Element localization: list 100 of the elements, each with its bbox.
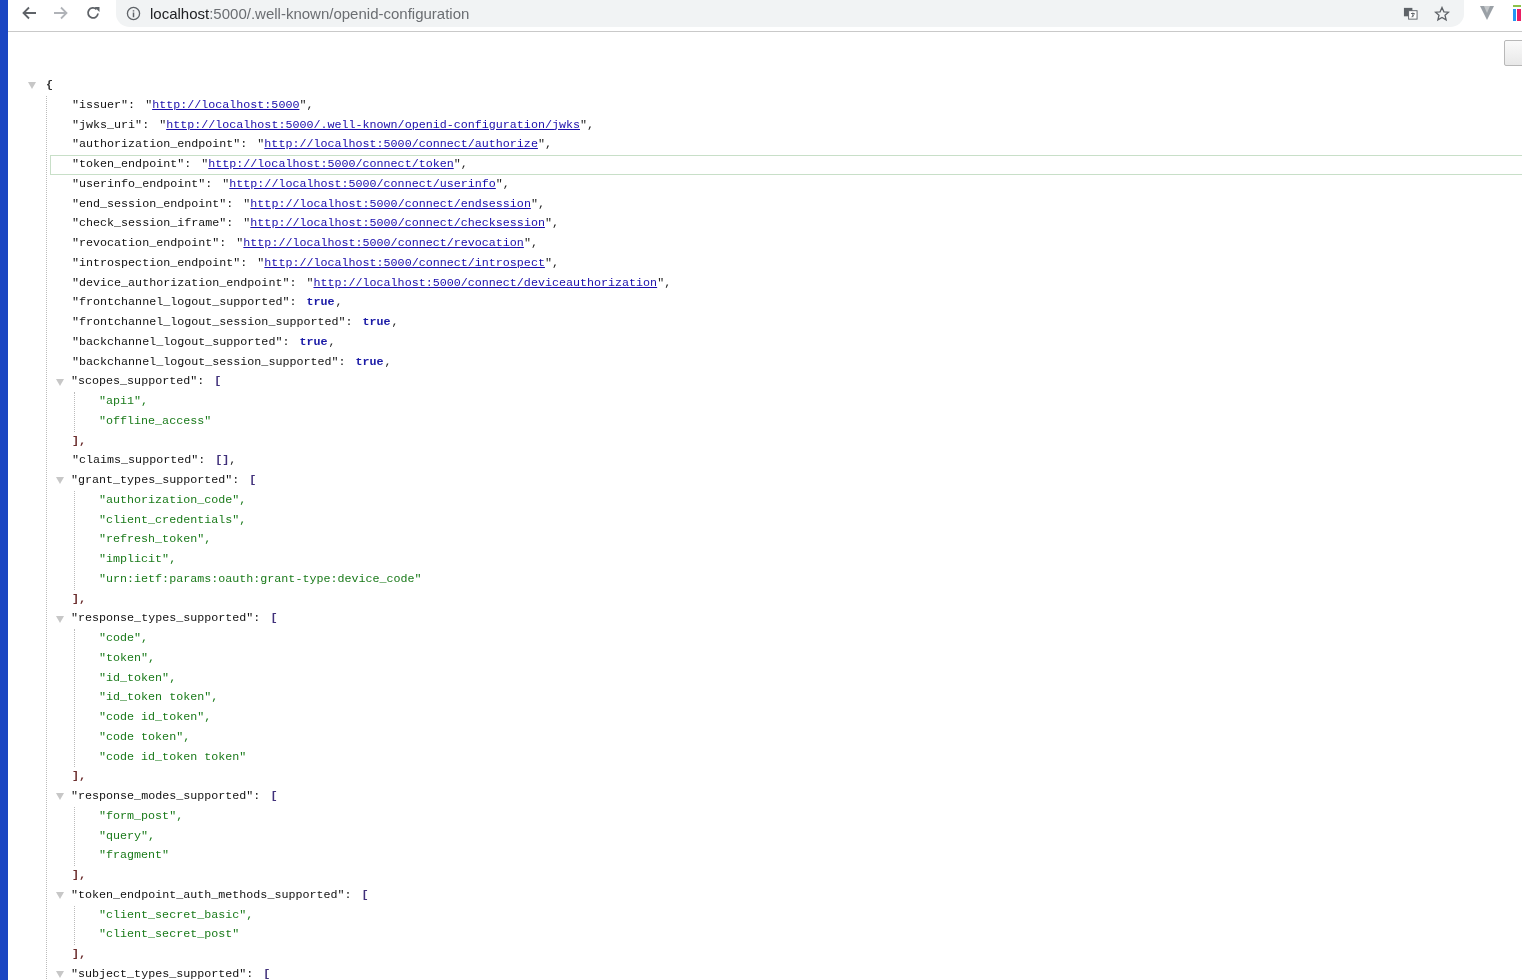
boolean-value: true [299,333,328,351]
v-logo-icon[interactable] [1479,4,1495,21]
string-value: "query", [99,827,156,845]
punctuation: , [391,314,399,331]
punctuation: ", [530,195,545,213]
collapse-toggle-icon[interactable] [56,477,64,485]
bracket: [ [270,610,278,628]
json-key: "revocation_endpoint": [72,234,227,254]
json-key: "jwks_uri": [72,115,150,136]
url-link[interactable]: http://localhost:5000/.well-known/openid-configuration/jwks [166,115,580,136]
url-link[interactable]: http://localhost:5000 [152,95,300,116]
brace: { [46,77,53,94]
bracket: [ [249,472,257,489]
json-key: "introspection_endpoint": [72,253,248,274]
punctuation: , [384,353,392,371]
json-key: "subject_types_supported": [71,964,254,980]
string-value: "api1", [99,393,149,410]
quote-mark: " [257,254,265,272]
punctuation: , [328,333,336,351]
extension-icon[interactable] [1513,4,1521,21]
punctuation: ", [657,274,672,292]
boolean-value: true [362,314,391,331]
bracket: [ [361,886,369,904]
punctuation: ", [495,175,510,193]
url-link[interactable]: http://localhost:5000/connect/token [208,155,454,175]
side-button[interactable] [1504,40,1522,66]
bracket: [ [263,965,271,980]
punctuation: ", [453,156,468,173]
json-key: "response_types_supported": [71,609,261,629]
url-link[interactable]: http://localhost:5000/connect/introspect [264,253,545,274]
json-key: "scopes_supported": [71,372,205,392]
forward-icon[interactable] [53,4,69,21]
url-link[interactable]: http://localhost:5000/connect/deviceauthorization [313,273,658,294]
url-link[interactable]: http://localhost:5000/connect/endsession [250,194,531,215]
string-value: "urn:ietf:params:oauth:grant-type:device_code" [99,570,422,588]
string-value: "code id_token", [99,709,212,726]
bracket: ], [72,867,87,884]
quote-mark: " [306,274,314,292]
collapse-toggle-icon[interactable] [56,971,64,979]
collapse-toggle-icon[interactable] [28,82,36,90]
string-value: "code", [99,630,149,647]
string-value: "offline_access" [99,412,212,430]
info-icon[interactable] [126,6,141,21]
json-key: "device_authorization_endpoint": [72,273,297,294]
punctuation: , [335,294,343,312]
collapse-toggle-icon[interactable] [56,615,64,623]
bracket: ], [72,432,87,450]
json-key: "issuer": [72,95,136,116]
url-link[interactable]: http://localhost:5000/connect/checksession [250,214,545,234]
string-value: "implicit", [99,551,177,568]
url-link[interactable]: http://localhost:5000/connect/authorize [264,135,538,155]
url-text: localhost:5000/.well-known/openid-configuration [150,5,470,22]
string-value: "code token", [99,728,191,746]
punctuation: ", [537,136,552,154]
punctuation: , [229,452,237,470]
star-icon[interactable] [1434,5,1450,22]
translate-icon[interactable] [1403,6,1418,21]
bracket: ], [72,768,87,786]
string-value: "form_post", [99,807,184,825]
json-key: "userinfo_endpoint": [72,174,213,195]
quote-mark: " [243,215,251,233]
quote-mark: " [243,195,251,213]
url-link[interactable]: http://localhost:5000/connect/userinfo [229,174,496,195]
boolean-value: true [355,353,384,371]
bracket: [ [270,788,278,805]
string-value: "client_secret_basic", [99,906,254,924]
json-key: "response_modes_supported": [71,787,261,807]
string-value: "fragment" [99,847,170,865]
string-value: "client_credentials", [99,511,247,529]
collapse-toggle-icon[interactable] [56,892,64,900]
json-key: "grant_types_supported": [71,471,240,491]
string-value: "token", [99,649,156,667]
json-key: "backchannel_logout_session_supported": [72,352,346,373]
json-key: "authorization_endpoint": [72,135,248,155]
quote-mark: " [222,175,230,193]
quote-mark: " [145,96,153,114]
collapse-toggle-icon[interactable] [56,378,64,386]
quote-mark: " [159,116,167,134]
string-value: "id_token", [99,669,177,687]
empty-array: [] [215,452,230,470]
string-value: "id_token token", [99,689,219,707]
url-link[interactable]: http://localhost:5000/connect/revocation [243,234,524,254]
bracket: [ [214,373,222,391]
collapse-toggle-icon[interactable] [56,793,64,801]
json-key: "end_session_endpoint": [72,194,234,215]
json-key: "check_session_iframe": [72,214,234,234]
punctuation: ", [580,116,594,134]
address-bar[interactable]: localhost:5000/.well-known/openid-configuration [116,0,1464,27]
string-value: "code id_token token" [99,748,247,766]
json-key: "frontchannel_logout_supported": [72,293,297,313]
bracket: ], [72,590,87,608]
json-key: "claims_supported": [72,451,206,471]
reload-icon[interactable] [85,4,101,21]
json-key: "backchannel_logout_supported": [72,332,290,353]
quote-mark: " [236,235,244,252]
bracket: ], [72,946,87,963]
back-icon[interactable] [21,4,37,21]
string-value: "client_secret_post" [99,926,240,944]
quote-mark: " [201,156,209,173]
punctuation: ", [544,215,559,233]
